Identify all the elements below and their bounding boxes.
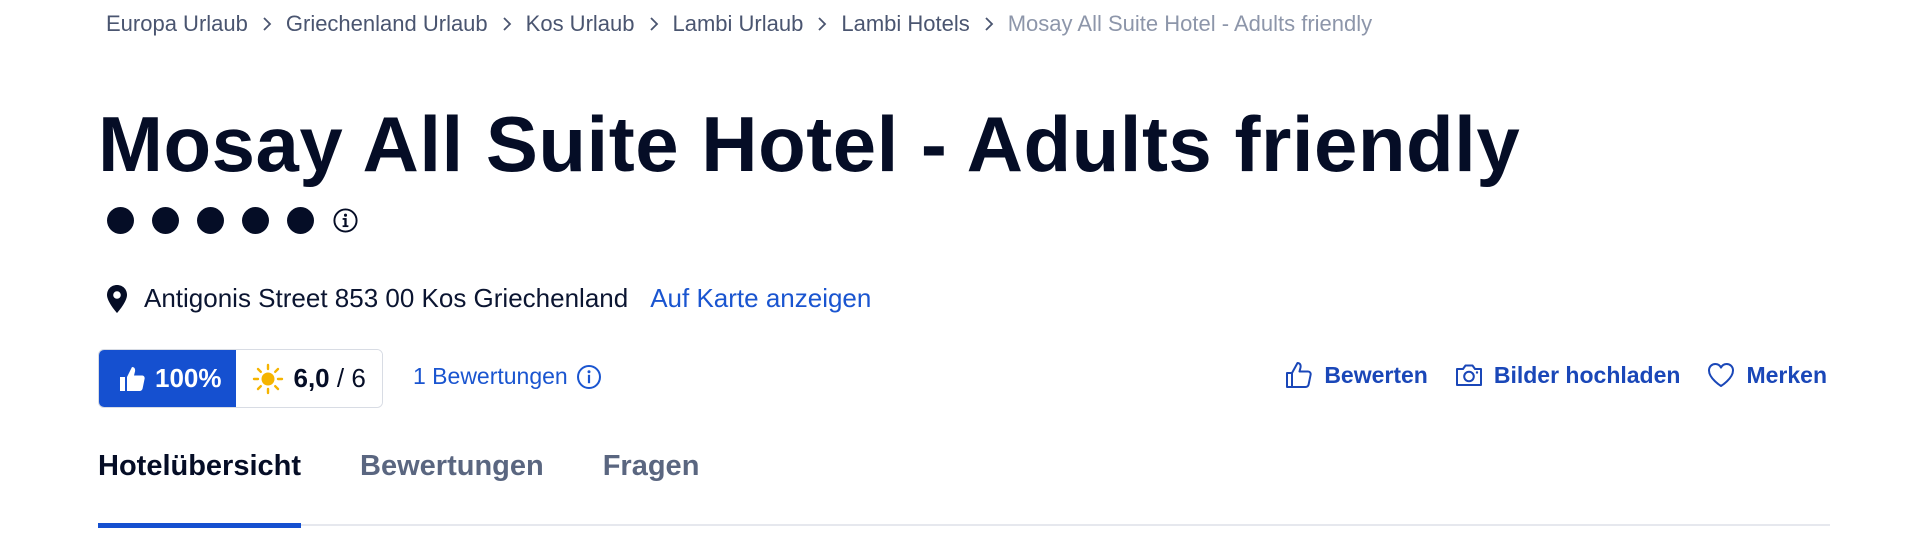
upload-photos-button[interactable]: Bilder hochladen	[1454, 360, 1681, 390]
sun-icon	[252, 363, 283, 394]
breadcrumb: Europa Urlaub Griechenland Urlaub Kos Ur…	[106, 8, 1372, 40]
hotel-address: Antigonis Street 853 00 Kos Griechenland…	[104, 283, 871, 314]
chevron-right-icon	[488, 17, 526, 31]
info-icon[interactable]	[332, 207, 359, 234]
upload-photos-label: Bilder hochladen	[1493, 361, 1681, 388]
star-icon	[242, 207, 269, 234]
score-value: 6,0	[293, 363, 330, 393]
score-max: / 6	[336, 363, 366, 393]
tab-fragen[interactable]: Fragen	[603, 440, 700, 526]
hotel-actions: Bewerten Bilder hochladen Merken	[1284, 360, 1827, 390]
save-favorite-label: Merken	[1746, 361, 1827, 388]
camera-icon	[1455, 364, 1482, 386]
breadcrumb-item-lambi[interactable]: Lambi Urlaub	[673, 11, 804, 37]
rate-button-label: Bewerten	[1324, 361, 1428, 388]
recommendation-percent: 100%	[155, 363, 222, 393]
rate-button[interactable]: Bewerten	[1284, 360, 1428, 390]
breadcrumb-current: Mosay All Suite Hotel - Adults friendly	[1007, 11, 1373, 36]
chevron-right-icon	[635, 17, 673, 31]
star-rating	[107, 207, 359, 234]
reviews-count-link[interactable]: 1 Bewertungen	[413, 363, 602, 390]
location-pin-icon	[107, 284, 127, 313]
breadcrumb-item-lambi-hotels[interactable]: Lambi Hotels	[841, 11, 969, 37]
hotel-tabs: Hotelübersicht Bewertungen Fragen	[98, 440, 1830, 528]
breadcrumb-item-europa[interactable]: Europa Urlaub	[106, 11, 248, 37]
star-icon	[197, 207, 224, 234]
chevron-right-icon	[248, 17, 286, 31]
rating-summary: 100% 6,0 / 6	[98, 349, 383, 408]
tab-hoteluebersicht[interactable]: Hotelübersicht	[98, 440, 302, 528]
show-on-map-link[interactable]: Auf Karte anzeigen	[650, 283, 871, 314]
page-title: Mosay All Suite Hotel - Adults friendly	[98, 100, 1521, 188]
breadcrumb-item-kos[interactable]: Kos Urlaub	[526, 11, 635, 37]
star-icon	[152, 207, 179, 234]
recommendation-badge: 100%	[99, 350, 236, 407]
thumbs-up-icon	[1286, 362, 1312, 388]
star-icon	[287, 207, 314, 234]
heart-icon	[1708, 363, 1735, 387]
address-text: Antigonis Street 853 00 Kos Griechenland	[144, 283, 629, 313]
chevron-right-icon	[803, 17, 841, 31]
breadcrumb-item-griechenland[interactable]: Griechenland Urlaub	[286, 11, 488, 37]
thumbs-up-icon	[120, 366, 145, 391]
reviews-count-label: 1 Bewertungen	[413, 363, 568, 389]
info-icon[interactable]	[576, 364, 602, 390]
star-icon	[107, 207, 134, 234]
score-badge: 6,0 / 6	[235, 350, 382, 407]
tab-bewertungen[interactable]: Bewertungen	[360, 440, 544, 526]
save-favorite-button[interactable]: Merken	[1706, 360, 1827, 390]
chevron-right-icon	[970, 17, 1008, 31]
